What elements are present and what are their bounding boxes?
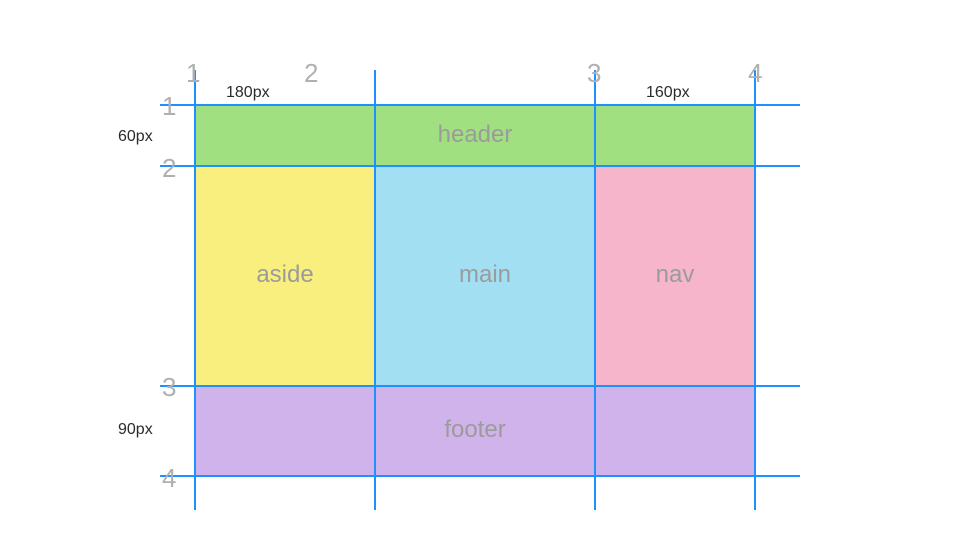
region-main-label: main — [459, 263, 511, 287]
row-line-1 — [160, 104, 800, 106]
col-line-4 — [754, 70, 756, 510]
region-nav: nav — [595, 165, 755, 385]
row-size-90: 90px — [118, 422, 153, 438]
dashed-col-2-footer — [374, 387, 376, 475]
col-index-4: 4 — [748, 60, 762, 86]
row-line-4 — [160, 475, 800, 477]
row-line-3 — [160, 385, 800, 387]
region-footer-label: footer — [444, 418, 505, 442]
row-index-4: 4 — [162, 465, 176, 491]
region-nav-label: nav — [656, 263, 695, 287]
region-main: main — [375, 165, 595, 385]
region-footer: footer — [195, 385, 755, 475]
col-size-160: 160px — [646, 85, 690, 101]
col-index-1: 1 — [186, 60, 200, 86]
row-line-2 — [160, 165, 800, 167]
dashed-col-3-header — [594, 106, 596, 164]
grid-layout-diagram: header aside main nav footer 1 2 3 4 1 2… — [0, 0, 960, 540]
col-line-1 — [194, 70, 196, 510]
col-size-180: 180px — [226, 85, 270, 101]
row-index-1: 1 — [162, 93, 176, 119]
region-header-label: header — [438, 123, 513, 147]
region-aside: aside — [195, 165, 375, 385]
grid-container: header aside main nav footer — [195, 105, 755, 475]
row-index-2: 2 — [162, 155, 176, 181]
dashed-col-2-header — [374, 106, 376, 164]
region-header: header — [195, 105, 755, 165]
dashed-col-3-footer — [594, 387, 596, 475]
row-index-3: 3 — [162, 374, 176, 400]
row-size-60: 60px — [118, 129, 153, 145]
col-index-3: 3 — [587, 60, 601, 86]
col-index-2: 2 — [304, 60, 318, 86]
region-aside-label: aside — [256, 263, 313, 287]
